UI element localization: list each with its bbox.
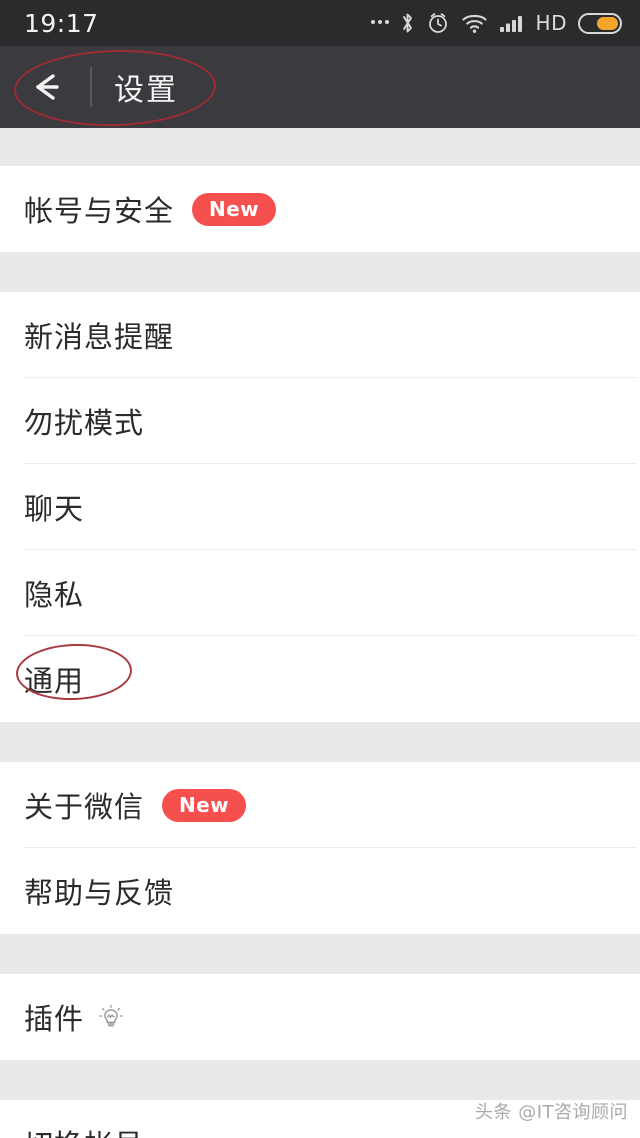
more-dots-icon: [370, 13, 389, 33]
cellular-signal-icon: [499, 12, 525, 34]
row-new-message-notification[interactable]: 新消息提醒: [0, 292, 640, 378]
header-divider: [90, 67, 92, 107]
row-label: 切换帐号: [24, 1122, 144, 1138]
status-icon-tray: HD: [370, 11, 622, 35]
page-title: 设置: [114, 73, 178, 108]
hd-indicator: HD: [535, 11, 567, 35]
status-bar: 19:17 HD: [0, 0, 640, 46]
row-do-not-disturb[interactable]: 勿扰模式: [0, 378, 640, 464]
row-chat[interactable]: 聊天: [0, 464, 640, 550]
row-plugins[interactable]: 插件: [0, 974, 640, 1060]
row-privacy[interactable]: 隐私: [0, 550, 640, 636]
wifi-icon: [461, 12, 488, 34]
bluetooth-icon: [400, 11, 415, 35]
battery-fill: [597, 16, 618, 30]
row-label: 关于微信: [24, 790, 145, 824]
row-general[interactable]: 通用: [0, 636, 640, 722]
row-label: 通用: [24, 664, 85, 698]
battery-icon: [578, 12, 622, 34]
row-label: 帐号与安全: [24, 194, 175, 228]
preferences-section: 新消息提醒 勿扰模式 聊天 隐私 通用: [0, 292, 640, 722]
section-gap-5: [0, 1060, 640, 1100]
alarm-clock-icon: [426, 11, 450, 35]
row-label: 隐私: [24, 578, 85, 612]
row-label: 聊天: [24, 492, 85, 526]
row-account-security[interactable]: 帐号与安全 New: [0, 166, 640, 252]
row-label: 勿扰模式: [24, 406, 145, 440]
app-header: 设置: [0, 46, 640, 128]
section-gap-4: [0, 934, 640, 974]
account-section: 帐号与安全 New: [0, 166, 640, 252]
phone-screen: 19:17 HD 设置 帐号与安全 New 新消息提醒 勿扰模式 聊天 隐私 通…: [0, 0, 640, 1138]
row-about-wechat[interactable]: 关于微信 New: [0, 762, 640, 848]
row-label: 插件: [24, 1002, 85, 1036]
lightbulb-icon: [98, 1003, 124, 1031]
row-label: 帮助与反馈: [24, 876, 175, 910]
row-help-feedback[interactable]: 帮助与反馈: [0, 848, 640, 934]
section-gap-3: [0, 722, 640, 762]
watermark: 头条 @IT咨询顾问: [474, 1102, 628, 1123]
section-gap-2: [0, 252, 640, 292]
status-badge-new: New: [162, 788, 246, 822]
plugins-section: 插件: [0, 974, 640, 1060]
row-label: 新消息提醒: [24, 320, 175, 354]
status-clock: 19:17: [24, 8, 99, 38]
about-section: 关于微信 New 帮助与反馈: [0, 762, 640, 934]
back-arrow-icon[interactable]: [26, 66, 68, 108]
section-gap-1: [0, 128, 640, 166]
status-badge-new: New: [192, 192, 276, 226]
